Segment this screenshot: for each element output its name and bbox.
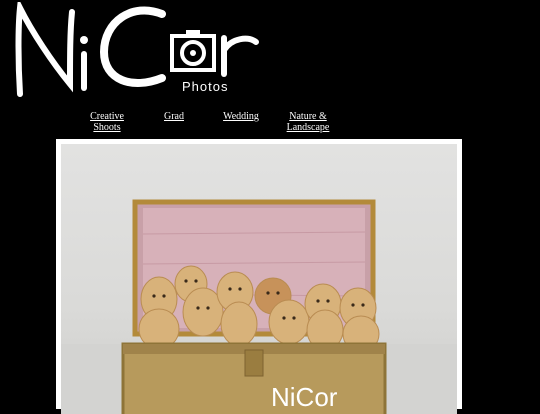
nav-creative-shoots[interactable]: Creative Shoots bbox=[76, 111, 138, 133]
featured-photo-frame: NiCor bbox=[56, 139, 462, 414]
featured-photo[interactable]: NiCor bbox=[61, 144, 457, 414]
nav-grad[interactable]: Grad bbox=[160, 111, 188, 122]
photo-watermark: NiCor bbox=[271, 382, 338, 412]
site-logo[interactable]: Photos bbox=[12, 2, 280, 102]
nav-wedding[interactable]: Wedding bbox=[222, 111, 260, 122]
logo-subtitle: Photos bbox=[182, 79, 229, 94]
logo-mark bbox=[15, 2, 259, 97]
nav-nature-landscape[interactable]: Nature & Landscape bbox=[283, 111, 333, 133]
puppies-in-trunk-image: NiCor bbox=[61, 199, 457, 414]
